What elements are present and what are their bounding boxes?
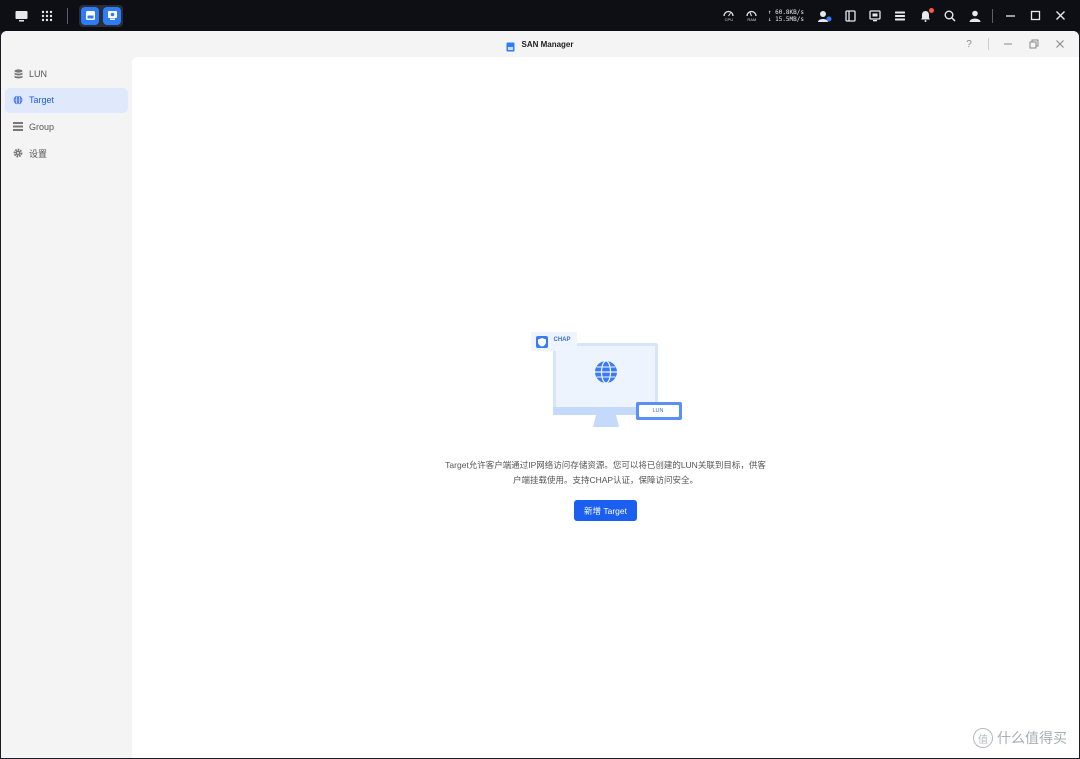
close-icon[interactable] (1052, 8, 1068, 24)
taskbar-separator (67, 7, 68, 24)
watermark-logo-icon: 值 (973, 728, 993, 748)
window-close-button[interactable] (1053, 37, 1067, 51)
watermark-text: 什么值得买 (997, 730, 1067, 746)
main-content: CHAP LUN Target允许客户端通过IP网络访问存储资源。您可以将已创建… (132, 57, 1079, 758)
sidebar-item-label: Group (29, 121, 55, 132)
sidebar-item-label: 设置 (29, 148, 48, 159)
taskbar-separator (992, 8, 993, 23)
sidebar-item-group[interactable]: Group (5, 114, 128, 139)
window-restore-button[interactable] (1027, 37, 1041, 51)
window-controls-separator (988, 38, 989, 50)
notification-bell-icon[interactable] (917, 7, 934, 24)
app-grid-icon[interactable] (38, 7, 56, 25)
notification-dot (929, 7, 934, 13)
monitor-icon[interactable] (867, 8, 883, 24)
san-manager-app-icon[interactable] (103, 6, 121, 25)
system-taskbar: CPU RAM ↑ 60.8KB/s ↓ 15.5MB/s (0, 0, 1080, 31)
user-device-icon[interactable] (817, 8, 833, 24)
database-icon (13, 68, 23, 79)
open-apps-group (79, 4, 123, 27)
add-target-button[interactable]: 新增 Target (574, 500, 637, 521)
cpu-label: CPU (724, 17, 734, 22)
ram-label: RAM (747, 17, 757, 22)
sidebar: LUN Target Group 设置 (1, 57, 132, 758)
storage-app-icon[interactable] (81, 6, 99, 25)
account-icon[interactable] (967, 8, 983, 24)
san-manager-icon (506, 39, 515, 52)
sidebar-item-target[interactable]: Target (5, 87, 128, 113)
download-speed: ↓ 15.5MB/s (767, 15, 804, 23)
window-minimize-button[interactable] (1001, 37, 1015, 51)
task-list-icon[interactable] (892, 8, 908, 24)
watermark: 值 什么值得买 (973, 728, 1067, 748)
sidebar-item-lun[interactable]: LUN (5, 61, 128, 86)
maximize-icon[interactable] (1027, 8, 1043, 24)
book-icon[interactable] (842, 8, 858, 24)
cpu-meter[interactable]: CPU (722, 9, 736, 22)
sidebar-item-label: LUN (29, 68, 48, 79)
gear-icon (13, 148, 23, 158)
upload-speed: ↑ 60.8KB/s (767, 8, 804, 16)
network-speed: ↑ 60.8KB/s ↓ 15.5MB/s (768, 9, 804, 23)
sidebar-item-label: Target (29, 95, 55, 105)
list-icon (13, 122, 23, 132)
desktop-icon[interactable] (12, 7, 30, 25)
empty-state: CHAP LUN Target允许客户端通过IP网络访问存储资源。您可以将已创建… (132, 329, 1079, 521)
lun-tag-label: LUN (652, 408, 664, 414)
minimize-all-icon[interactable] (1002, 8, 1018, 24)
san-manager-window: SAN Manager ? LUN Target Group 设置 CHAP L… (1, 31, 1079, 758)
help-button[interactable]: ? (962, 37, 976, 51)
search-icon[interactable] (942, 8, 958, 24)
empty-state-description: Target允许客户端通过IP网络访问存储资源。您可以将已创建的LUN关联到目标… (445, 460, 766, 485)
sidebar-item-settings[interactable]: 设置 (5, 141, 128, 166)
globe-icon (13, 95, 23, 105)
target-illustration: CHAP LUN (526, 329, 686, 429)
window-title: SAN Manager (521, 39, 574, 49)
window-titlebar[interactable]: SAN Manager ? (1, 31, 1079, 57)
ram-meter[interactable]: RAM (745, 9, 759, 22)
chap-tag-label: CHAP (553, 337, 571, 343)
